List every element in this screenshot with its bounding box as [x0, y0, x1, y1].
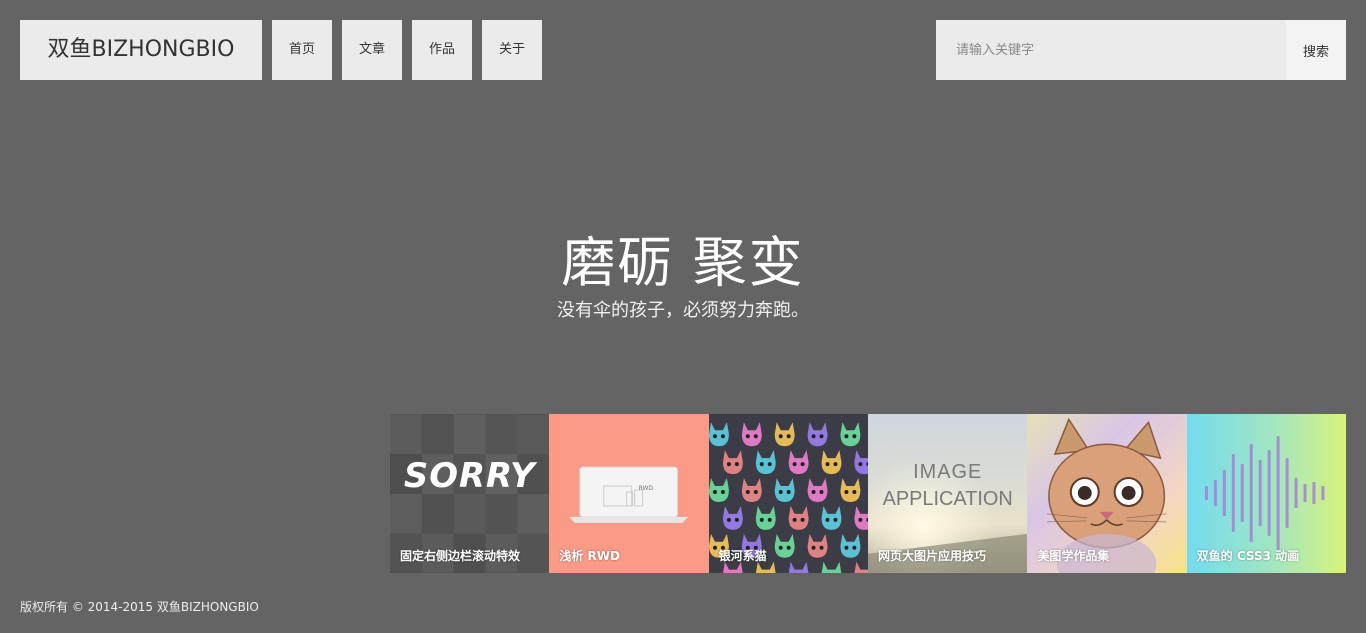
page: 双鱼BIZHONGBIO 首页 文章 作品 关于 搜索 磨砺 聚变 没有伞的孩子… [0, 0, 1366, 633]
gallery-tile-image-application[interactable]: IMAGE APPLICATION 网页大图片应用技巧 [867, 414, 1028, 573]
svg-text:APPLICATION: APPLICATION [883, 488, 1013, 510]
gallery-tile-caption: 浅析 RWD [559, 549, 620, 563]
search-form: 搜索 [936, 20, 1346, 80]
cat-face-icon [807, 478, 828, 502]
nav-item-articles[interactable]: 文章 [342, 20, 402, 80]
gallery-tile-caption: 固定右侧边栏滚动特效 [400, 549, 521, 563]
cat-face-icon [788, 450, 809, 475]
cat-face-icon [821, 450, 842, 475]
nav-item-about[interactable]: 关于 [482, 20, 542, 80]
cat-face-icon [840, 422, 861, 447]
cat-face-icon [774, 533, 795, 558]
svg-text:RWD: RWD [639, 485, 654, 492]
cat-face-icon [807, 533, 828, 558]
cat-face-icon [708, 478, 729, 502]
cat-face-icon [774, 478, 795, 502]
cat-face-icon [821, 561, 841, 573]
cat-face-icon [741, 422, 762, 447]
cat-face-icon [807, 422, 828, 447]
cat-face-icon [741, 478, 762, 502]
hero-title: 磨砺 聚变 [561, 231, 805, 294]
main-nav: 首页 文章 作品 关于 [272, 20, 542, 80]
cat-face-icon [722, 505, 743, 530]
gallery-tile-galaxy-cats[interactable]: 银河系猫 [708, 414, 868, 573]
works-gallery: SORRY 固定右侧边栏滚动特效 RWD 浅析 RWD 银河系猫 IMAGE A… [390, 414, 1346, 573]
cat-face-icon [821, 505, 842, 530]
footer-copyright: 版权所有 © 2014-2015 双鱼BIZHONGBIO [20, 600, 259, 614]
gallery-tile-css3-animation[interactable]: 双鱼的 CSS3 动画 [1186, 414, 1346, 573]
cat-face-icon [755, 450, 776, 475]
gallery-tile-caption: 双鱼的 CSS3 动画 [1196, 549, 1300, 563]
gallery-tile-caption: 美图学作品集 [1037, 549, 1110, 563]
cat-face-icon [854, 450, 868, 475]
gallery-tile-rwd[interactable]: RWD 浅析 RWD [549, 414, 709, 573]
gallery-tile-caption: 银河系猫 [718, 549, 767, 563]
gallery-tile-sticky-sidebar[interactable]: SORRY 固定右侧边栏滚动特效 [390, 414, 550, 573]
cat-face-icon [708, 422, 729, 447]
cat-face-icon [854, 505, 868, 530]
svg-text:SORRY: SORRY [404, 456, 538, 495]
gallery-tile-portfolio[interactable]: 美图学作品集 [1027, 414, 1187, 573]
search-input[interactable] [936, 20, 1286, 80]
cat-face-icon [788, 561, 809, 573]
gallery-tile-caption: 网页大图片应用技巧 [877, 549, 986, 563]
cat-face-icon [774, 422, 795, 447]
cat-face-icon [854, 561, 868, 573]
site-logo[interactable]: 双鱼BIZHONGBIO [20, 20, 262, 80]
hero-subtitle: 没有伞的孩子，必须努力奔跑。 [557, 300, 809, 321]
cat-face-icon [755, 505, 776, 530]
nav-item-home[interactable]: 首页 [272, 20, 332, 80]
cat-face-icon [840, 478, 861, 502]
cat-face-icon [722, 450, 743, 475]
search-button[interactable]: 搜索 [1286, 20, 1346, 80]
svg-text:IMAGE: IMAGE [913, 461, 982, 483]
nav-item-works[interactable]: 作品 [412, 20, 472, 80]
cat-face-icon [840, 533, 861, 558]
cat-face-icon [788, 505, 809, 530]
